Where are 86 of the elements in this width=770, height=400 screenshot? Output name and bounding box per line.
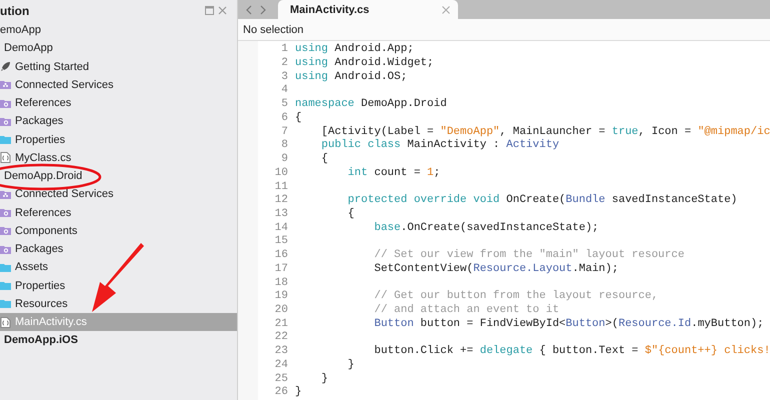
folder-icon [0, 188, 11, 200]
code-line: int count = 1; [346, 166, 440, 180]
code-line: { [295, 112, 302, 126]
line-number: 6 [280, 112, 288, 126]
tree-item[interactable]: DemoApp.iOS [0, 331, 237, 350]
tree-item[interactable]: DemoApp.Droid [0, 167, 237, 186]
line-number: 1 [280, 43, 288, 58]
tree-item[interactable]: Properties [0, 130, 237, 149]
tree-item[interactable]: Properties [0, 276, 237, 295]
line-number: 20 [274, 304, 288, 318]
code-line: } [346, 358, 354, 373]
folder-icon [0, 98, 11, 109]
tree-item[interactable]: Getting Started [0, 58, 237, 76]
code-line: // Get our button from the layout resource, [373, 290, 658, 304]
code-line: base.OnCreate(savedInstanceState); [373, 222, 599, 236]
code-line: } [320, 372, 328, 386]
code-line: using Android.App; [295, 43, 414, 57]
line-number: 7 [280, 126, 288, 140]
forward-icon[interactable] [260, 4, 266, 15]
line-number: 9 [280, 153, 288, 167]
line-number: 26 [274, 386, 288, 400]
line-number: 14 [274, 222, 288, 236]
line-number: 5 [280, 98, 288, 112]
tree-item[interactable]: Packages [0, 112, 237, 130]
line-number: 15 [274, 235, 288, 250]
tree-item[interactable]: Packages [0, 240, 237, 258]
code-line: using Android.OS; [295, 70, 408, 84]
code-line: [Activity(Label = "DemoApp", MainLauncher = true, Icon = "@mipmap/ic [320, 126, 770, 139]
code-line: using Android.Widget; [295, 57, 434, 71]
line-number: 24 [274, 358, 288, 373]
tree-item[interactable]: Assets [0, 258, 237, 276]
line-number: 10 [274, 166, 288, 180]
line-number: 19 [274, 290, 288, 304]
folder-icon [0, 244, 11, 255]
line-number: 11 [274, 180, 288, 194]
code-line: { [320, 153, 328, 167]
tree-item[interactable]: Resources [0, 294, 237, 313]
code-line: // and attach an event to it [373, 304, 560, 318]
close-icon[interactable] [442, 6, 450, 14]
folder-icon [0, 207, 11, 218]
tree-item[interactable]: Connected Services [0, 76, 237, 94]
tree-item[interactable]: Components [0, 222, 237, 240]
folder-icon [0, 116, 11, 127]
folder-icon [0, 298, 11, 310]
editor-tab[interactable]: MainActivity.cs [278, 0, 458, 20]
line-number: 21 [274, 318, 288, 332]
line-number: 8 [280, 139, 288, 154]
tree-item[interactable]: Connected Services [0, 185, 237, 204]
close-icon[interactable] [218, 6, 227, 15]
tree-item[interactable]: References [0, 204, 237, 222]
arrow-drawing [92, 243, 144, 312]
file-icon [0, 316, 11, 328]
line-number: 25 [274, 372, 288, 386]
line-number: 16 [274, 249, 288, 263]
line-number: 3 [280, 70, 288, 84]
folder-icon [0, 79, 11, 90]
line-number: 4 [280, 84, 288, 98]
folder-icon [0, 280, 11, 292]
panel-title: ution [0, 4, 30, 18]
line-number: 17 [274, 262, 288, 277]
line-number: 18 [274, 276, 288, 290]
code-line: namespace DemoApp.Droid [295, 98, 447, 112]
code-line: } [295, 386, 302, 400]
maximize-icon[interactable] [205, 6, 214, 15]
folder-icon [0, 225, 11, 236]
code-line: protected override void OnCreate(Bundle savedInstanceState) [346, 194, 738, 208]
file-icon [0, 152, 11, 164]
folder-icon [0, 134, 11, 146]
line-number: 13 [274, 208, 288, 222]
line-number: 2 [280, 57, 288, 71]
code-line: { [346, 208, 354, 222]
folder-icon [0, 262, 11, 273]
code-line: Button button = FindViewById<Button>(Resource.Id.myButton); [373, 318, 764, 332]
tree-item[interactable]: DemoApp [0, 39, 237, 58]
tree-item[interactable]: MyClass.cs [0, 148, 237, 167]
back-icon[interactable] [246, 4, 252, 15]
code-line: public class MainActivity : Activity [320, 139, 560, 153]
code-line: SetContentView(Resource.Layout.Main); [373, 262, 618, 277]
breadcrumb: No selection [243, 24, 304, 36]
code-line: // Set our view from the "main" layout resource [373, 249, 684, 263]
line-number: 23 [274, 345, 288, 359]
tree-item[interactable]: emoApp [0, 21, 237, 40]
line-number: 22 [274, 331, 288, 346]
code-line: button.Click += delegate { button.Text = $"{count++} clicks! [373, 345, 770, 359]
line-number: 12 [274, 194, 288, 208]
tree-item[interactable]: References [0, 94, 237, 112]
